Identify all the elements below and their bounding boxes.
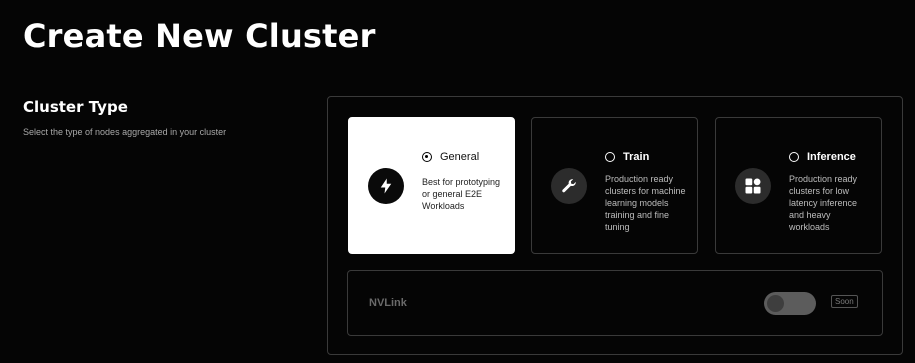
radio-inference[interactable] [789, 152, 799, 162]
nvlink-option: NVLink Soon [347, 270, 883, 336]
cluster-type-card-train[interactable]: Train Production ready clusters for mach… [531, 117, 698, 254]
nvlink-label: NVLink [369, 297, 407, 309]
card-description: Production ready clusters for machine le… [605, 174, 686, 232]
radio-general[interactable] [422, 152, 432, 162]
card-label: General [440, 151, 480, 163]
nvlink-toggle[interactable] [764, 292, 816, 315]
soon-badge: Soon [831, 295, 858, 308]
card-label: Inference [807, 151, 856, 163]
wrench-icon [551, 168, 587, 204]
cluster-type-card-inference[interactable]: Inference Production ready clusters for … [715, 117, 882, 254]
lightning-bolt-icon [368, 168, 404, 204]
radio-train[interactable] [605, 152, 615, 162]
toggle-knob [767, 295, 784, 312]
section-title: Cluster Type [23, 98, 128, 116]
card-description: Production ready clusters for low latenc… [789, 174, 858, 232]
card-description: Best for prototyping or general E2E Work… [422, 177, 501, 211]
cluster-type-card-general[interactable]: General Best for prototyping or general … [348, 117, 515, 254]
grid-tiles-icon [735, 168, 771, 204]
page-title: Create New Cluster [23, 17, 376, 55]
card-label: Train [623, 151, 650, 163]
section-description: Select the type of nodes aggregated in y… [23, 127, 227, 137]
